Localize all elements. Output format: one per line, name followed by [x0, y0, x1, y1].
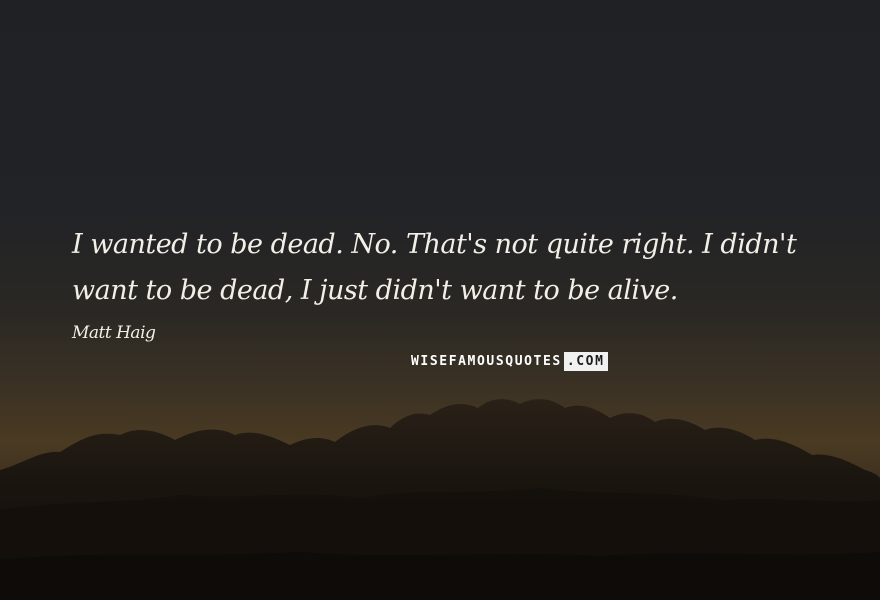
watermark-text-domain: .COM	[563, 352, 608, 371]
quote-text: I wanted to be dead. No. That's not quit…	[72, 229, 797, 306]
quote-author: Matt Haig	[72, 323, 156, 343]
watermark-logo: WISEFAMOUSQUOTES .COM	[409, 352, 608, 371]
sunset-background: I wanted to be dead. No. That's not quit…	[0, 0, 880, 600]
watermark-text-primary: WISEFAMOUSQUOTES	[411, 354, 562, 369]
